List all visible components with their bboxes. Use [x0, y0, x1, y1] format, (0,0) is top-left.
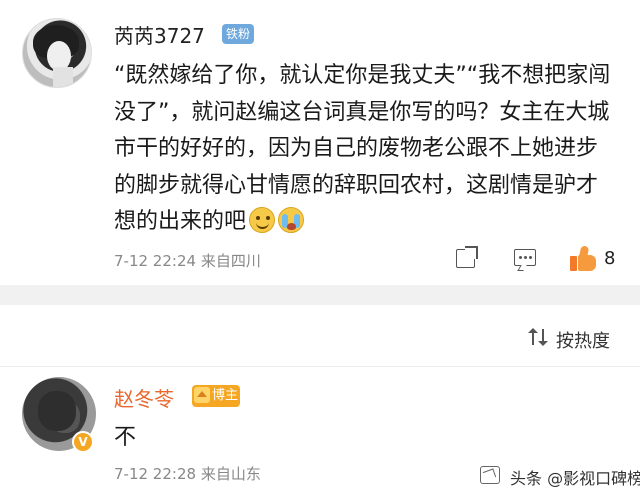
sort-bar-left — [532, 331, 534, 345]
comment-tail-icon — [517, 265, 527, 271]
comment-post: 芮芮3727 铁粉 “既然嫁给了你，就认定你是我丈夫”“我不想把家闯没了”，就问… — [0, 0, 640, 285]
commenter-avatar[interactable] — [22, 18, 92, 88]
sort-icon[interactable] — [528, 327, 550, 347]
comment-bubble-icon — [514, 249, 536, 266]
share-icon — [480, 466, 500, 484]
reply-button[interactable] — [514, 246, 538, 272]
author-username[interactable]: 赵冬苓 — [114, 383, 174, 412]
avatar-figure — [38, 391, 76, 431]
sort-by-hot-button[interactable]: 按热度 — [556, 327, 610, 353]
comment-timestamp: 7-12 22:24 — [114, 252, 197, 270]
like-button[interactable] — [570, 245, 598, 272]
fan-badge: 铁粉 — [222, 24, 255, 44]
crying-emoji-icon — [278, 207, 305, 233]
reply-source: 来自山东 — [200, 465, 261, 483]
comment-text: “既然嫁给了你，就认定你是我丈夫”“我不想把家闯没了”，就问赵编这台词真是你写的… — [114, 58, 614, 241]
reply-text: 不 — [114, 425, 137, 450]
comment-source: 来自四川 — [200, 252, 261, 270]
sort-arrow-up — [528, 328, 538, 333]
thumbs-up-icon — [570, 245, 598, 272]
reply-item: V 赵冬苓 博主 不 7-12 22:28 来自山东 头条 @影视口碑榜 — [0, 367, 640, 500]
thumb-cuff — [570, 256, 577, 271]
section-divider — [0, 285, 640, 305]
avatar-neck — [53, 67, 73, 87]
crown-icon — [194, 387, 210, 403]
comment-body: “既然嫁给了你，就认定你是我丈夫”“我不想把家闯没了”，就问赵编这台词真是你写的… — [114, 63, 611, 234]
reply-timestamp: 7-12 22:28 — [114, 465, 197, 483]
blogger-badge: 博主 — [192, 385, 240, 407]
reply-meta: 7-12 22:28 来自山东 — [114, 463, 261, 484]
verified-badge-icon: V — [72, 431, 94, 453]
share-arrow-icon — [465, 246, 478, 259]
share-button[interactable] — [456, 246, 478, 272]
sort-bar: 按热度 — [0, 305, 640, 367]
smile-emoji-icon — [249, 207, 276, 233]
sort-arrow-down — [538, 341, 548, 346]
watermark-text: 头条 @影视口碑榜 — [510, 469, 640, 488]
comment-dots-icon — [519, 256, 522, 259]
comment-meta: 7-12 22:24 来自四川 — [114, 250, 261, 271]
like-count: 8 — [604, 248, 616, 269]
blogger-badge-label: 博主 — [212, 388, 239, 403]
commenter-username[interactable]: 芮芮3727 — [114, 20, 205, 49]
